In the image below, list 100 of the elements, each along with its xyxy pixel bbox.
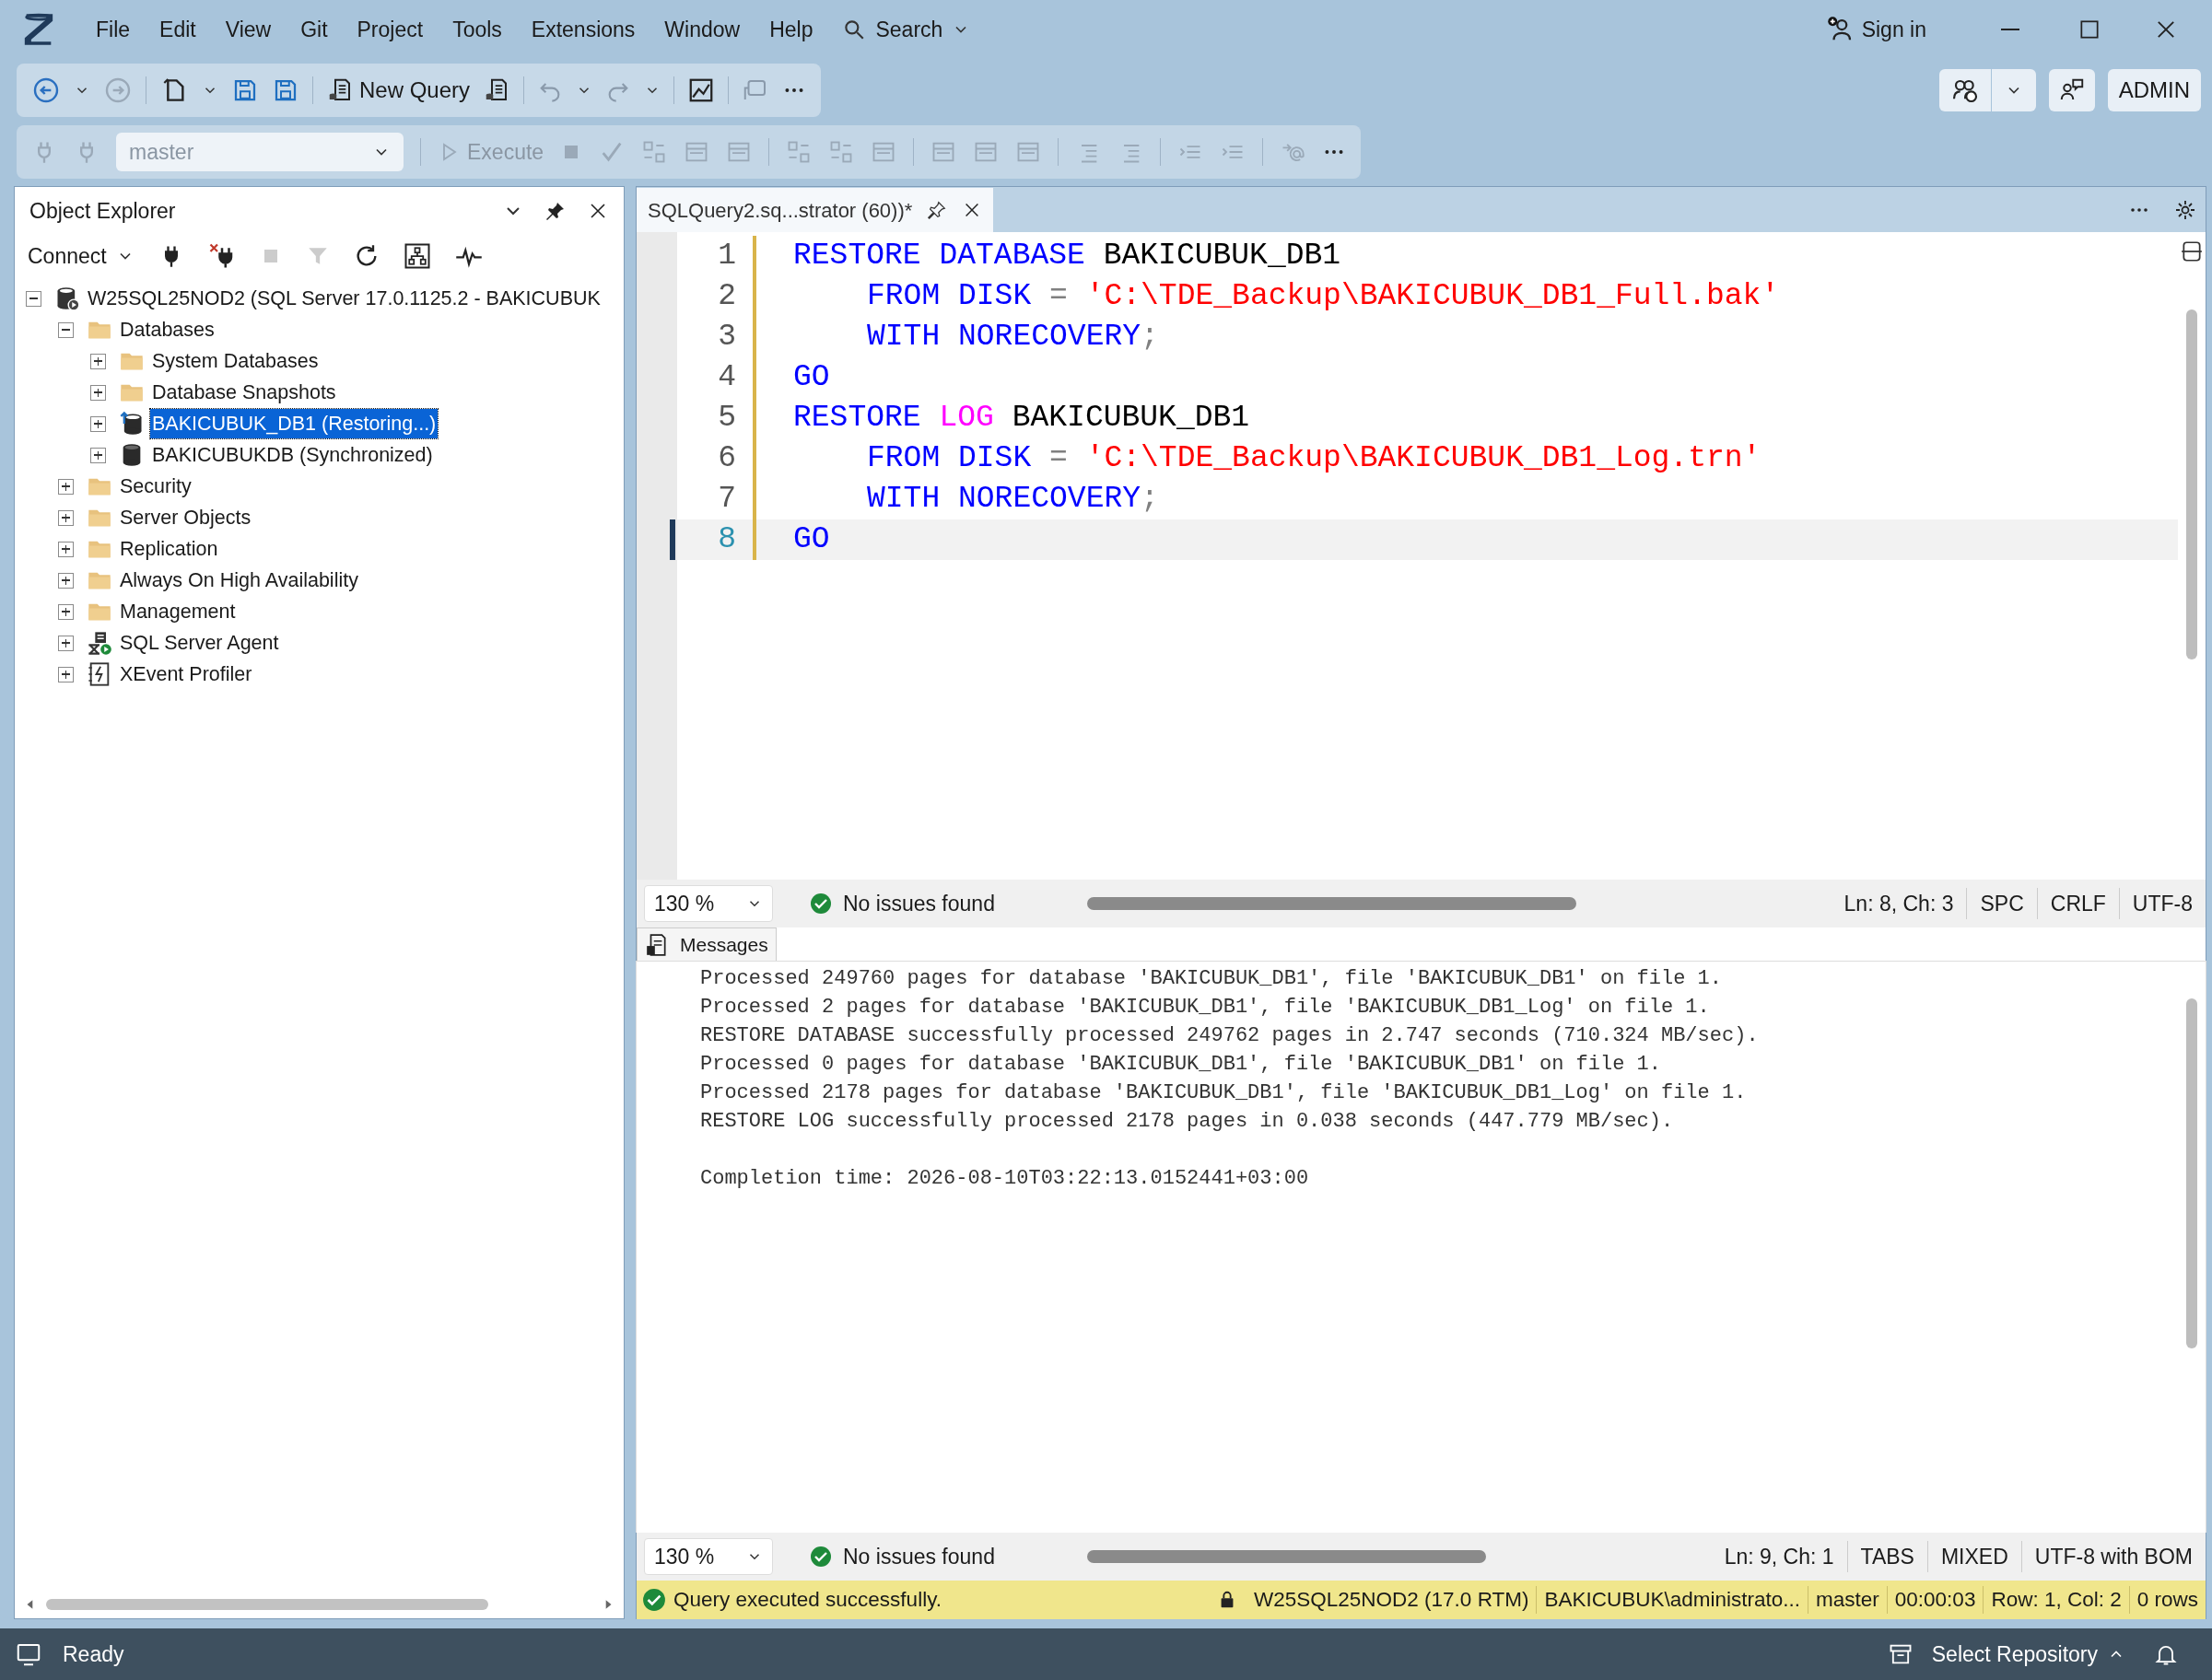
menu-item[interactable]: File bbox=[81, 7, 146, 52]
maximize-icon[interactable] bbox=[2077, 18, 2101, 41]
menu-item[interactable]: Git bbox=[286, 7, 343, 52]
scrollbar-thumb[interactable] bbox=[1086, 897, 1576, 910]
dropdown-value: master bbox=[129, 138, 194, 166]
status-field: 00:00:03 bbox=[1887, 1584, 1984, 1616]
code-line: FROM DISK = 'C:\TDE_Backup\BAKICUBUK_DB1_Log.trn' bbox=[866, 440, 1761, 478]
split-icon[interactable] bbox=[2180, 239, 2204, 263]
expander-icon[interactable] bbox=[58, 541, 74, 557]
tree-item[interactable]: W25SQL25NOD2 (SQL Server 17.0.1125.2 - BAKICUBUK bbox=[86, 283, 603, 314]
line-number: 7 bbox=[717, 481, 736, 519]
status-field: Row: 1, Col: 2 bbox=[1984, 1584, 2129, 1616]
tree-item[interactable]: XEvent Profiler bbox=[118, 659, 254, 690]
status-field: TABS bbox=[1847, 1540, 1927, 1573]
new-query-button[interactable]: New Query bbox=[326, 74, 471, 107]
status-field: MIXED bbox=[1927, 1540, 2021, 1573]
messages-tab[interactable]: Messages bbox=[637, 928, 777, 961]
tree-item[interactable]: Replication bbox=[118, 533, 220, 565]
zoom-dropdown[interactable]: 130 % bbox=[644, 885, 773, 922]
line-number: 6 bbox=[717, 440, 736, 478]
menu-item[interactable]: Tools bbox=[438, 7, 517, 52]
menu-item[interactable]: Window bbox=[650, 7, 755, 52]
status-field: Ln: 9, Ch: 1 bbox=[1711, 1540, 1847, 1573]
zoom-value: 130 % bbox=[654, 890, 715, 917]
feedback-button[interactable] bbox=[2048, 69, 2095, 111]
expander-icon[interactable] bbox=[90, 447, 106, 463]
line-number: 8 bbox=[717, 521, 736, 559]
line-number: 4 bbox=[717, 359, 736, 397]
expander-icon[interactable] bbox=[26, 290, 41, 307]
scrollbar-thumb[interactable] bbox=[1086, 1550, 1487, 1563]
zoom-dropdown[interactable]: 130 % bbox=[644, 1538, 773, 1575]
code-line: WITH NORECOVERY; bbox=[866, 481, 1159, 519]
back-icon[interactable] bbox=[31, 76, 61, 105]
tree-item[interactable]: System Databases bbox=[150, 345, 321, 377]
success-icon bbox=[642, 1588, 666, 1612]
message-line: Processed 2 pages for database 'BAKICUBUK_DB1', file 'BAKICUBUK_DB1_Log' on file 1. bbox=[700, 995, 1711, 1021]
status-field: Ln: 8, Ch: 3 bbox=[1831, 887, 1967, 920]
database-icon bbox=[119, 411, 145, 437]
message-line: RESTORE DATABASE successfully processed 249762 pages in 2.747 seconds (710.324 MB/sec). bbox=[700, 1023, 1760, 1049]
tree-item[interactable]: Server Objects bbox=[118, 502, 253, 533]
tree-item[interactable]: Security bbox=[118, 471, 193, 502]
code-line: RESTORE LOG BAKICUBUK_DB1 bbox=[793, 400, 1250, 438]
message-line: Processed 249760 pages for database 'BAKICUBUK_DB1', file 'BAKICUBUK_DB1' on file 1. bbox=[700, 966, 1723, 992]
expander-icon[interactable] bbox=[90, 415, 106, 432]
line-number: 1 bbox=[717, 238, 736, 275]
code-line: GO bbox=[793, 521, 830, 559]
panel-title: Object Explorer bbox=[29, 197, 177, 225]
menu-item[interactable]: View bbox=[210, 7, 287, 52]
settings-icon[interactable] bbox=[2174, 199, 2196, 221]
menu-item[interactable]: Extensions bbox=[516, 7, 650, 52]
tab-title: SQLQuery2.sq...strator (60))* bbox=[648, 197, 913, 224]
tree-item[interactable]: Always On High Availability bbox=[118, 565, 360, 596]
expander-icon[interactable] bbox=[90, 353, 106, 369]
messages-icon bbox=[645, 932, 669, 957]
scrollbar-thumb[interactable] bbox=[46, 1599, 488, 1610]
scrollbar-thumb[interactable] bbox=[2186, 998, 2197, 1348]
menu-item[interactable]: Help bbox=[755, 7, 828, 52]
account-button[interactable]: ADMIN bbox=[2107, 69, 2201, 111]
diagram-icon[interactable] bbox=[403, 242, 431, 270]
message-line: Processed 2178 pages for database 'BAKICUBUK_DB1', file 'BAKICUBUK_DB1_Log' on file 1. bbox=[700, 1080, 1748, 1106]
status-text: Ready bbox=[63, 1640, 125, 1668]
expander-icon[interactable] bbox=[58, 635, 74, 651]
expander-icon[interactable] bbox=[58, 321, 74, 338]
line-number: 2 bbox=[717, 278, 736, 316]
tree-item[interactable]: SQL Server Agent bbox=[118, 627, 281, 659]
pin-icon[interactable] bbox=[544, 200, 567, 222]
repository-button[interactable]: Select Repository bbox=[1931, 1638, 2098, 1671]
search-button[interactable]: Search bbox=[831, 7, 982, 52]
status-field: UTF-8 bbox=[2119, 887, 2206, 920]
tree-item[interactable]: Database Snapshots bbox=[150, 377, 338, 408]
scrollbar-thumb[interactable] bbox=[2186, 309, 2197, 659]
tree-item[interactable]: BAKICUBUK_DB1 (Restoring...) bbox=[150, 408, 439, 439]
success-icon bbox=[810, 1546, 832, 1568]
tree-item[interactable]: Management bbox=[118, 596, 238, 627]
expander-icon[interactable] bbox=[90, 384, 106, 401]
expander-icon[interactable] bbox=[58, 603, 74, 620]
line-number: 5 bbox=[717, 400, 736, 438]
code-line: RESTORE DATABASE BAKICUBUK_DB1 bbox=[793, 238, 1341, 275]
zoom-value: 130 % bbox=[654, 1543, 715, 1570]
menu-item[interactable]: Edit bbox=[145, 7, 211, 52]
status-field: W25SQL25NOD2 (17.0 RTM) bbox=[1246, 1584, 1537, 1616]
sign-in-button[interactable]: Sign in bbox=[1819, 7, 1934, 52]
code-line: WITH NORECOVERY; bbox=[866, 319, 1159, 356]
tree-item[interactable]: BAKICUBUKDB (Synchronized) bbox=[150, 439, 435, 471]
issues-status: No issues found bbox=[843, 890, 995, 917]
menu-item[interactable]: Project bbox=[342, 7, 439, 52]
connect-button[interactable]: Connect bbox=[28, 239, 135, 273]
agent-icon bbox=[87, 630, 112, 656]
expander-icon[interactable] bbox=[58, 666, 74, 682]
expander-icon[interactable] bbox=[58, 572, 74, 589]
document-tab[interactable]: SQLQuery2.sq...strator (60))* bbox=[637, 188, 994, 232]
issues-status: No issues found bbox=[843, 1543, 995, 1570]
tree-item[interactable]: Databases bbox=[118, 314, 217, 345]
line-number: 3 bbox=[717, 319, 736, 356]
expander-icon[interactable] bbox=[58, 478, 74, 495]
status-field: SPC bbox=[1967, 887, 2037, 920]
status-field: master bbox=[1808, 1584, 1887, 1616]
pin-icon[interactable] bbox=[927, 200, 948, 220]
expander-icon[interactable] bbox=[58, 509, 74, 526]
live-share-button[interactable] bbox=[1938, 69, 2036, 111]
